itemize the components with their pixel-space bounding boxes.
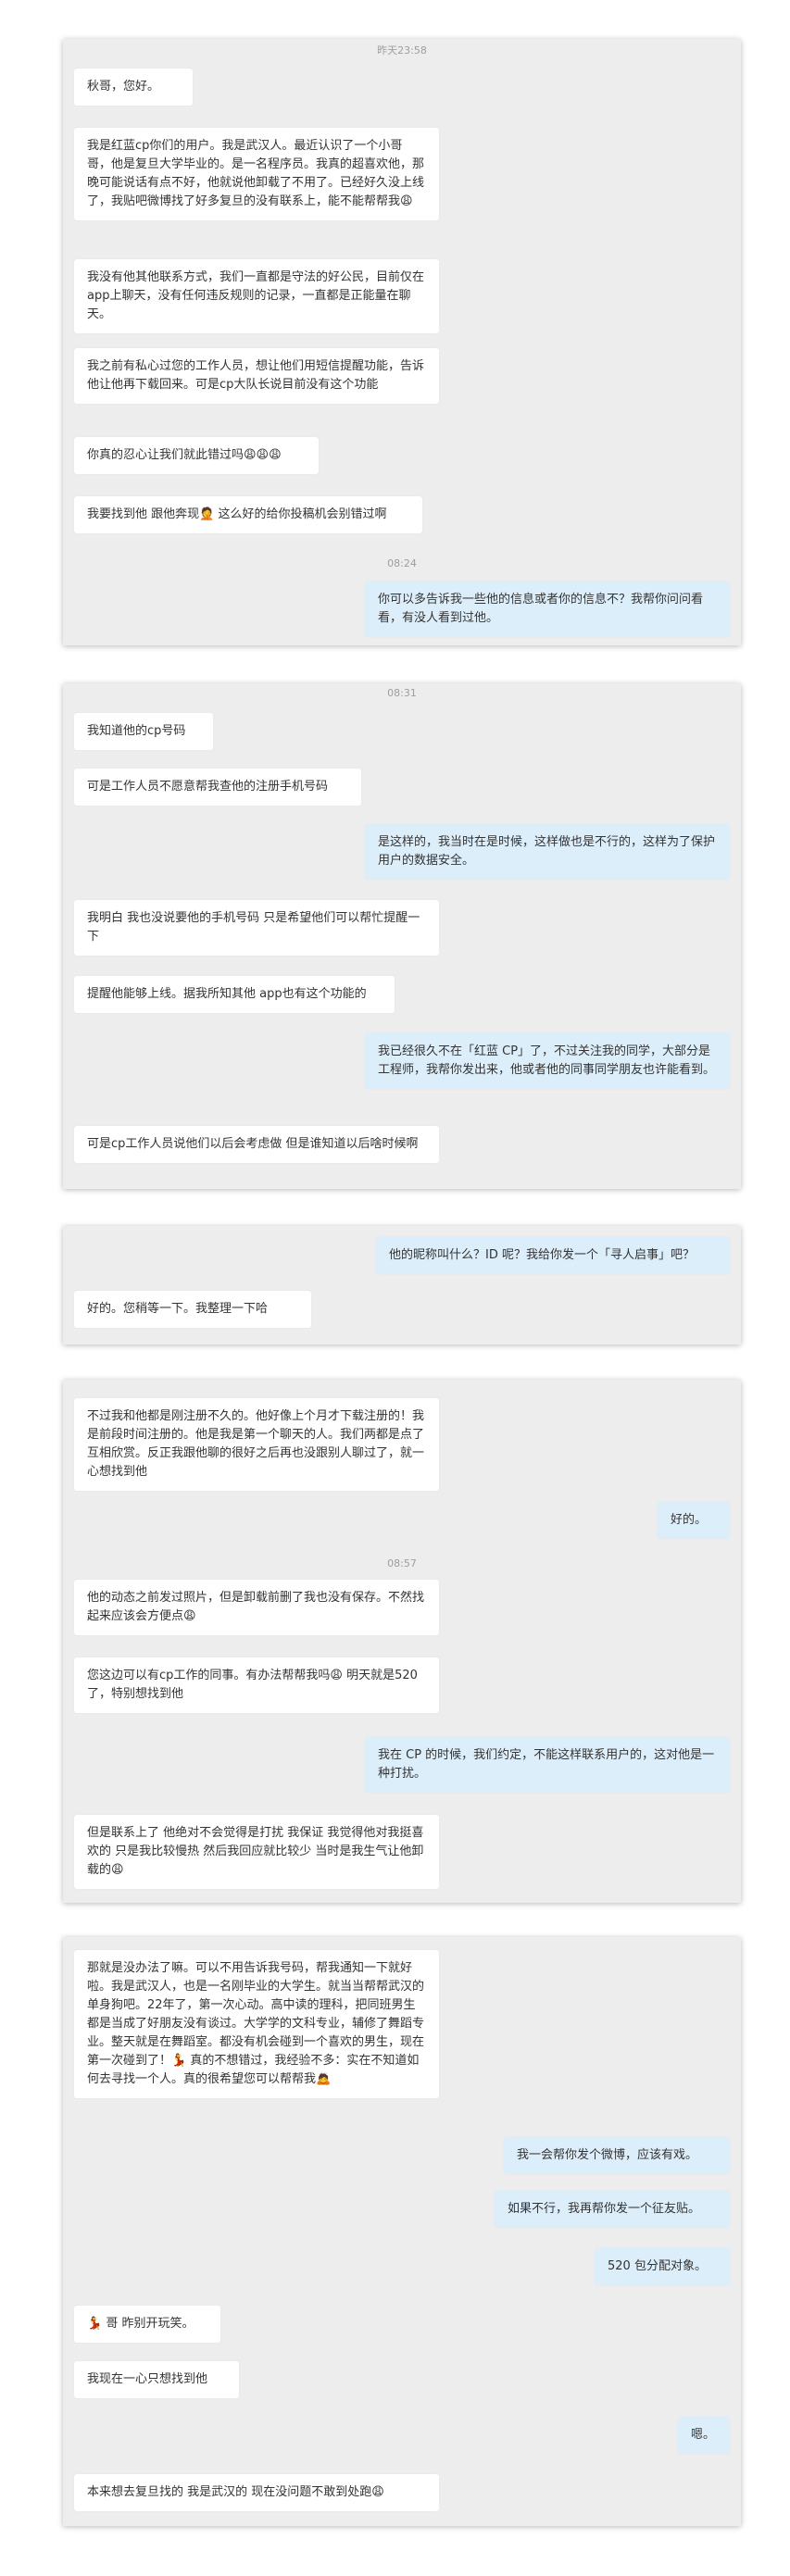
message-incoming: 💃 哥 昨别开玩笑。 (74, 2306, 220, 2343)
message-incoming: 可是cp工作人员说他们以后会考虑做 但是谁知道以后啥时候啊 (74, 1126, 439, 1163)
message-incoming: 我是红蓝cp你们的用户。我是武汉人。最近认识了一个小哥哥，他是复旦大学毕业的。是… (74, 128, 439, 220)
message-outgoing: 嗯。 (678, 2417, 730, 2454)
message-outgoing: 他的昵称叫什么？ID 呢？我给你发一个「寻人启事」吧？ (376, 1237, 730, 1274)
message-incoming: 我现在一心只想找到他 (74, 2361, 239, 2398)
message-incoming: 我之前有私心过您的工作人员，想让他们用短信提醒功能，告诉他让他再下载回来。可是c… (74, 348, 439, 404)
timestamp: 08:24 (387, 557, 417, 569)
message-outgoing: 我一会帮你发个微博，应该有戏。 (504, 2137, 730, 2174)
message-outgoing: 你可以多告诉我一些他的信息或者你的信息不？我帮你问问看看，有没人看到过他。 (365, 581, 730, 637)
message-outgoing: 我已经很久不在「红蓝 CP」了，不过关注我的同学，大部分是工程师，我帮你发出来，… (365, 1033, 730, 1089)
message-incoming: 不过我和他都是刚注册不久的。他好像上个月才下载注册的！我是前段时间注册的。他是我… (74, 1398, 439, 1491)
message-outgoing: 如果不行，我再帮你发一个征友贴。 (495, 2191, 730, 2228)
message-outgoing: 好的。 (658, 1502, 730, 1539)
message-incoming: 可是工作人员不愿意帮我查他的注册手机号码 (74, 769, 361, 806)
timestamp: 08:57 (387, 1557, 417, 1569)
message-incoming: 您这边可以有cp工作的同事。有办法帮帮我吗😩 明天就是520了，特别想找到他 (74, 1657, 439, 1713)
message-outgoing: 我在 CP 的时候，我们约定，不能这样联系用户的，这对他是一种打扰。 (365, 1737, 730, 1793)
message-incoming: 本来想去复旦找的 我是武汉的 现在没问题不敢到处跑😩 (74, 2474, 439, 2511)
message-incoming: 他的动态之前发过照片，但是卸载前删了我也没有保存。不然找起来应该会方便点😩 (74, 1580, 439, 1635)
timestamp: 08:31 (387, 687, 417, 699)
message-incoming: 秋哥，您好。 (74, 69, 193, 106)
chat-panel-4: 不过我和他都是刚注册不久的。他好像上个月才下载注册的！我是前段时间注册的。他是我… (63, 1380, 741, 1903)
message-outgoing: 520 包分配对象。 (595, 2248, 730, 2285)
timestamp: 昨天23:58 (377, 44, 427, 56)
chat-panel-1: 昨天23:58 秋哥，您好。 我是红蓝cp你们的用户。我是武汉人。最近认识了一个… (63, 39, 741, 645)
chat-panel-2: 08:31 我知道他的cp号码 可是工作人员不愿意帮我查他的注册手机号码 是这样… (63, 683, 741, 1189)
message-incoming: 那就是没办法了嘛。可以不用告诉我号码，帮我通知一下就好啦。我是武汉人，也是一名刚… (74, 1950, 439, 2098)
message-incoming: 我明白 我也没说要他的手机号码 只是希望他们可以帮忙提醒一下 (74, 900, 439, 956)
message-incoming: 我知道他的cp号码 (74, 713, 213, 750)
message-incoming: 你真的忍心让我们就此错过吗😩😩😩 (74, 437, 319, 474)
chat-panel-5: 那就是没办法了嘛。可以不用告诉我号码，帮我通知一下就好啦。我是武汉人，也是一名刚… (63, 1937, 741, 2526)
message-outgoing: 是这样的，我当时在是时候，这样做也是不行的，这样为了保护用户的数据安全。 (365, 824, 730, 880)
message-incoming: 提醒他能够上线。据我所知其他 app也有这个功能的 (74, 976, 395, 1013)
chat-panel-3: 他的昵称叫什么？ID 呢？我给你发一个「寻人启事」吧？ 好的。您稍等一下。我整理… (63, 1226, 741, 1344)
message-incoming: 我要找到他 跟他奔现🤦 这么好的给你投稿机会别错过啊 (74, 496, 422, 533)
message-incoming: 但是联系上了 他绝对不会觉得是打扰 我保证 我觉得他对我挺喜欢的 只是我比较慢热… (74, 1815, 439, 1889)
message-incoming: 好的。您稍等一下。我整理一下哈 (74, 1291, 311, 1328)
message-incoming: 我没有他其他联系方式，我们一直都是守法的好公民，目前仅在app上聊天，没有任何违… (74, 259, 439, 333)
